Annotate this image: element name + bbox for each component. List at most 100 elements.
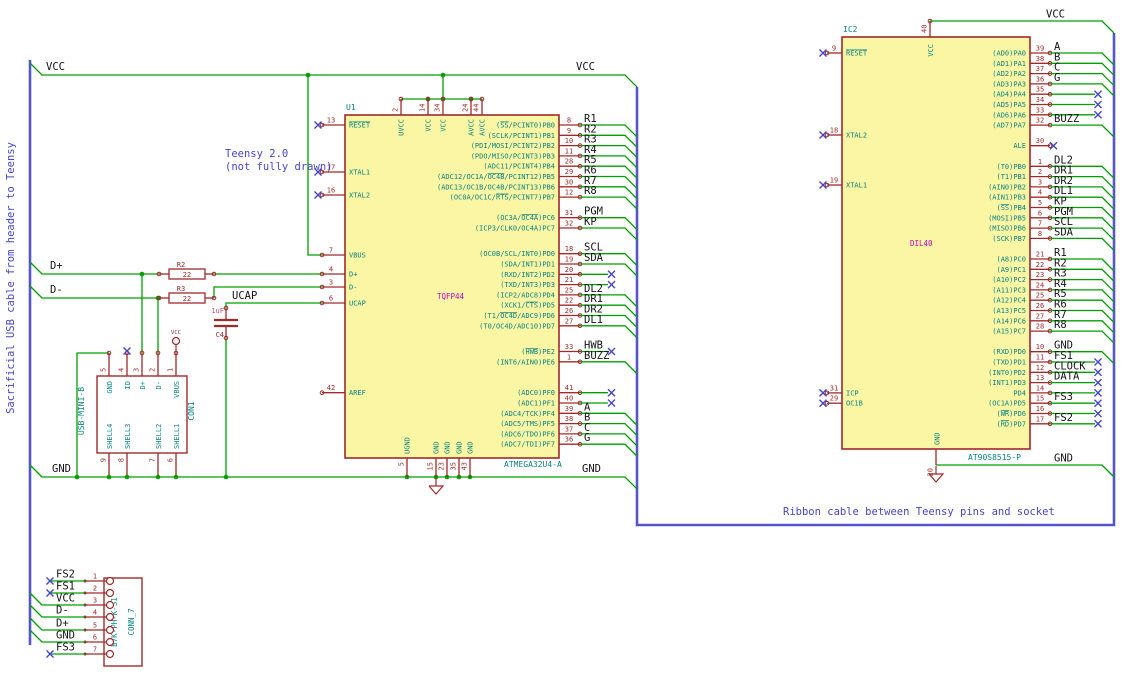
pin-number: 28 xyxy=(1036,323,1044,331)
con1-ref: CON1 xyxy=(187,401,196,420)
pin-name: (TXD/INT3)PD3 xyxy=(500,281,555,289)
pin-number: 42 xyxy=(327,384,335,392)
net-label: GND xyxy=(1054,453,1073,465)
pin-name: OC1B xyxy=(846,400,863,408)
wire-bus-entry xyxy=(1050,124,1115,138)
net-label-gnd: GND xyxy=(582,463,601,475)
pin-name: (OC0B/SCL/INT0)PD0 xyxy=(479,250,555,258)
conn7-pad xyxy=(105,649,115,659)
pin-number: 5 xyxy=(93,622,97,630)
pin-name: (A15)PC7 xyxy=(992,328,1026,336)
pin-name: (AIN1)PB3 xyxy=(988,194,1026,202)
pin-number: 41 xyxy=(565,384,573,392)
net-label: FS3 xyxy=(56,642,75,654)
pin-name: (A8)PC0 xyxy=(996,256,1026,264)
pin-name: (ADC0)PF0 xyxy=(517,389,555,397)
no-connect-icon xyxy=(1094,409,1102,418)
no-connect-icon xyxy=(1094,388,1102,397)
pin-number: 12 xyxy=(1036,364,1044,372)
pin-name: (A14)PC6 xyxy=(992,317,1026,325)
pin-name: (T1)PB1 xyxy=(996,173,1026,181)
pin-number: 18 xyxy=(565,245,573,253)
net-label: FS1 xyxy=(56,581,75,593)
pin-name: (WR)PD6 xyxy=(996,410,1026,418)
pin-number: 23 xyxy=(1036,271,1044,279)
pin-number: 35 xyxy=(1036,86,1044,94)
pin-number: 36 xyxy=(1036,75,1044,83)
net-label-dplus: D+ xyxy=(50,260,63,272)
pin-number: 23 xyxy=(438,462,446,470)
pin-number: 18 xyxy=(830,127,838,135)
pin-number: 31 xyxy=(830,384,838,392)
pin-number: 29 xyxy=(830,395,838,403)
pin-number: 30 xyxy=(565,178,573,186)
resistor-value: 22 xyxy=(183,271,191,279)
wire-bus-entry xyxy=(580,361,638,375)
pin-number: 9 xyxy=(100,458,108,462)
pin-name: (MOSI)PB5 xyxy=(988,214,1026,222)
pin-number: 32 xyxy=(565,220,573,228)
pin-name: (HWB)PE2 xyxy=(521,348,555,356)
vcc-symbol-icon xyxy=(171,336,181,346)
pin-number: 36 xyxy=(565,436,573,444)
pin-name: D+ xyxy=(349,271,357,279)
pin-name: (SDA/INT1)PD1 xyxy=(500,261,555,269)
net-label-dminus: D- xyxy=(50,284,63,296)
pin-number: 30 xyxy=(1036,137,1044,145)
pin-number: 17 xyxy=(1036,415,1044,423)
pin-name: RESET xyxy=(846,50,868,58)
pin-name: (T1/OC4D/ADC9)PD6 xyxy=(483,312,555,320)
junction-dot xyxy=(139,271,145,277)
pin-number: 16 xyxy=(1036,405,1044,413)
pin-number: 3 xyxy=(133,368,141,372)
no-connect-icon xyxy=(1094,419,1102,428)
pin-name: (ADC1)PF1 xyxy=(517,400,555,408)
pin-name: D+ xyxy=(139,381,147,389)
pin-number: 2 xyxy=(93,585,97,593)
no-connect-icon xyxy=(1094,368,1102,377)
pin-number: 5 xyxy=(1038,199,1042,207)
junction-dot xyxy=(155,474,161,480)
net-label: BUZZ xyxy=(1054,113,1079,125)
pin-number: 4 xyxy=(118,368,126,372)
note-teensy-2: (not fully drawn) xyxy=(225,161,332,173)
note-ribbon: Ribbon cable between Teensy pins and soc… xyxy=(783,506,1055,518)
pin-number: 32 xyxy=(1036,117,1044,125)
u1-footprint: TQFP44 xyxy=(437,292,465,301)
net-label: D- xyxy=(56,605,69,617)
pin-name: (RXD/INT2)PD2 xyxy=(500,271,555,279)
conn7-pad xyxy=(105,612,115,622)
pin-number: 26 xyxy=(1036,302,1044,310)
junction-dot xyxy=(223,474,229,480)
pin-name: VBUS xyxy=(349,252,366,260)
pin-number: 37 xyxy=(565,425,573,433)
pin-number: 1 xyxy=(567,353,571,361)
pin-number: 6 xyxy=(329,295,333,303)
pin-name: (A13)PC5 xyxy=(992,307,1026,315)
pin-name: (A12)PC4 xyxy=(992,297,1026,305)
net-label: SDA xyxy=(1054,226,1074,238)
wire-ic2-gnd xyxy=(936,464,1115,478)
net-label: D+ xyxy=(56,618,69,630)
net-label: FS2 xyxy=(1054,412,1073,424)
pin-name: VCC xyxy=(440,119,448,132)
pin-number: 27 xyxy=(1036,312,1044,320)
pin-name: UCAP xyxy=(349,300,366,308)
pin-name: (INT6/AIN0)PE6 xyxy=(496,358,555,366)
pin-name: GND xyxy=(444,441,452,454)
pin-name: XTAL2 xyxy=(349,192,370,200)
junction-dot xyxy=(106,474,112,480)
pin-name: GND xyxy=(433,441,441,454)
net-label: KP xyxy=(584,216,597,228)
pin-number: 2 xyxy=(392,108,400,112)
pin-name: (T0/OC4D/ADC10)PD7 xyxy=(479,322,555,330)
pin-name: (AIN0)PB2 xyxy=(988,183,1026,191)
pin-number: 1 xyxy=(1038,158,1042,166)
conn7-pad xyxy=(105,637,115,647)
pin-number: 8 xyxy=(1038,230,1042,238)
pin-number: 4 xyxy=(93,609,97,617)
no-connect-icon xyxy=(1094,110,1102,119)
pin-number: 7 xyxy=(1038,220,1042,228)
pin-number: 44 xyxy=(473,104,481,112)
pin-number: 29 xyxy=(565,168,573,176)
